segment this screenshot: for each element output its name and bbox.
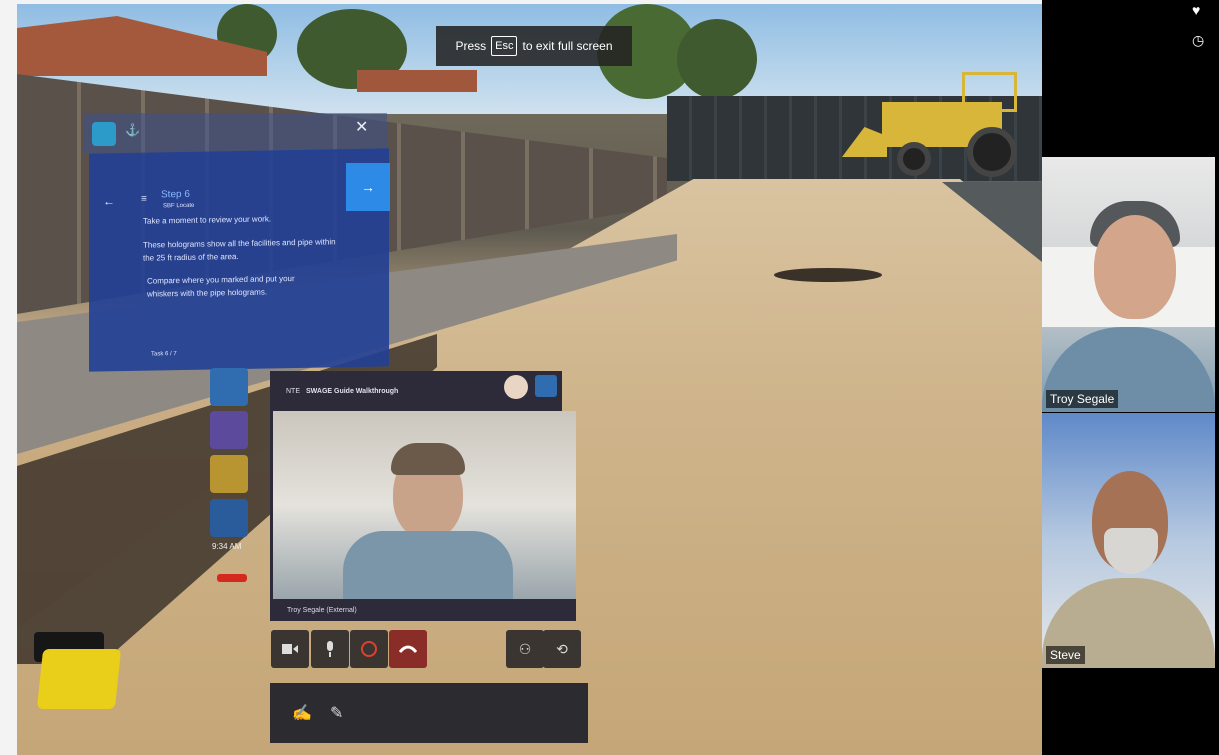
hangup-button[interactable] [389,630,427,668]
remote-caption: Troy Segale (External) [273,599,576,621]
toast-text-before: Press [455,39,487,53]
step-text-3: Compare where you marked and put your wh… [147,274,295,299]
call-prefix: NTE [286,387,300,395]
share-button[interactable]: ⟲ [543,630,581,668]
app-profile[interactable] [210,499,248,537]
share-icon: ⟲ [556,640,568,657]
mic-toggle-button[interactable] [311,630,349,668]
tree [677,19,757,99]
toast-text-after: to exit full screen [522,39,613,53]
participant-beard [1104,528,1158,574]
remote-person-hair [391,443,465,475]
app-teams[interactable] [210,411,248,449]
video-icon [282,644,298,654]
participant-name: Steve [1046,646,1085,664]
mic-icon [327,641,333,657]
app-files[interactable] [210,455,248,493]
participant-face [1094,215,1176,319]
call-title: SWAGE Guide Walkthrough [306,387,399,395]
next-step-button[interactable]: → [346,163,390,211]
app-guides[interactable] [210,368,248,406]
system-time: 9:34 AM [212,542,242,551]
back-icon[interactable]: ← [103,194,115,208]
remote-person-body [343,531,513,599]
hand-ink-icon[interactable]: ✍ [292,703,312,723]
pen-icon[interactable]: ✎ [330,703,343,723]
house-roof [357,70,477,92]
step-instructions-panel: ← ≡ Step 6 SBF Locate Take a moment to r… [89,148,389,372]
red-marker [217,574,247,582]
backhoe [842,72,1042,182]
step-progress: Task 6 / 7 [151,351,177,358]
esc-key-hint: Esc [491,36,518,56]
person-icon[interactable] [535,375,557,397]
fullscreen-toast: Press Esc to exit full screen [436,26,632,66]
participant-tile[interactable]: Steve [1042,413,1215,668]
step-text-1: Take a moment to review your work. [143,214,272,226]
people-icon: ⚇ [518,640,532,657]
record-icon [361,641,377,657]
heart-icon[interactable]: ♥ [1192,2,1200,18]
participant-tile[interactable]: Troy Segale [1042,157,1215,412]
anchor-icon[interactable]: ⚓ [125,123,143,141]
clock-icon[interactable]: ◷ [1192,32,1204,49]
participants-button[interactable]: ⚇ [506,630,544,668]
annotation-toolbar: ✍ ✎ [270,683,588,743]
guide-app-icon[interactable] [92,122,116,146]
yellow-locator-box [36,649,122,709]
ground-hole [774,268,882,282]
caller-avatar [504,375,528,399]
step-text-2: These holograms show all the facilities … [143,237,336,263]
step-list-icon: ≡ [141,193,147,205]
hangup-icon [399,645,417,653]
remote-video [273,411,576,599]
close-icon[interactable]: ✕ [355,117,368,137]
record-button[interactable] [350,630,388,668]
step-subtitle: SBF Locate [163,202,195,210]
participant-name: Troy Segale [1046,390,1119,408]
teams-call-window[interactable]: NTE SWAGE Guide Walkthrough Troy Segale … [270,371,576,621]
video-toggle-button[interactable] [271,630,309,668]
